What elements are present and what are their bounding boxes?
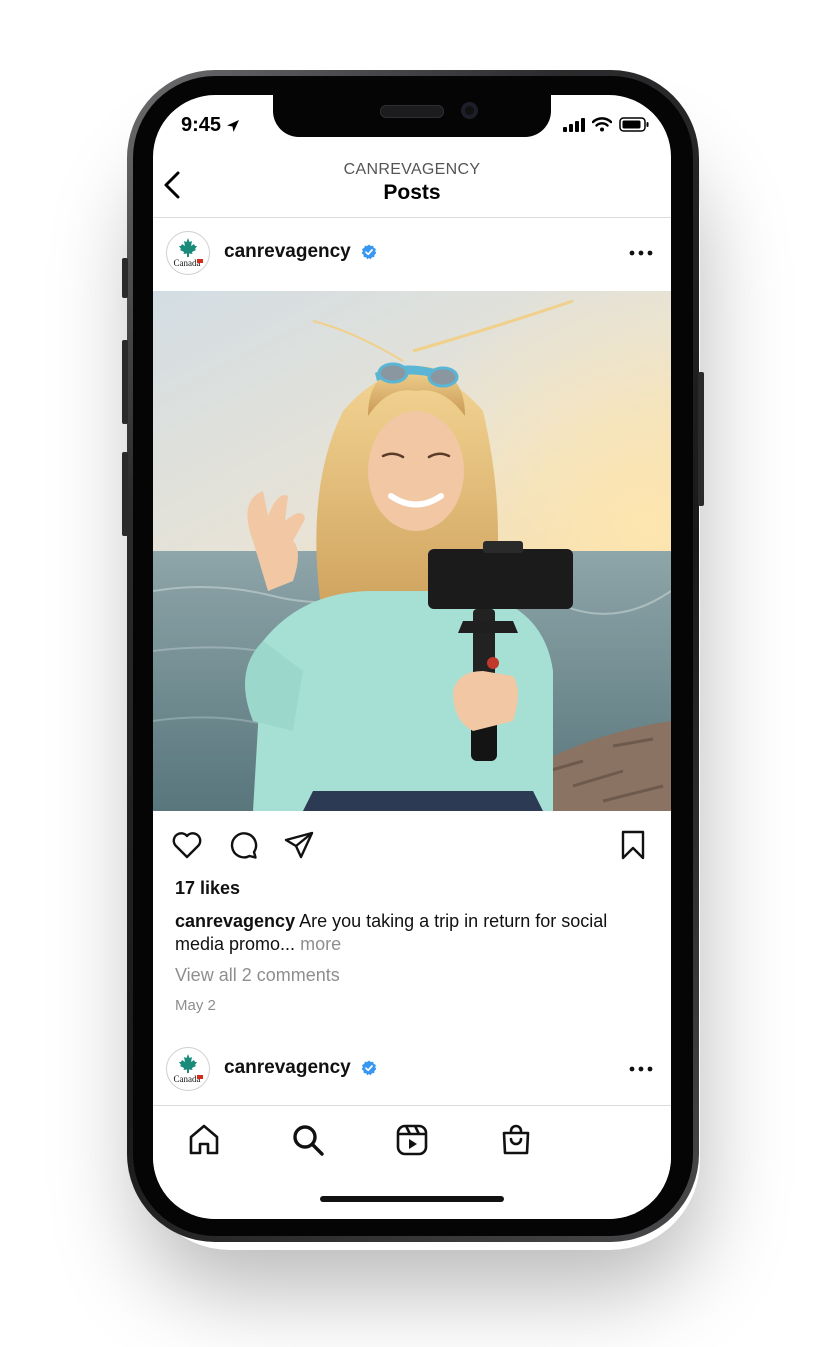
post-username[interactable]: canrevagency [224,1057,351,1079]
more-options-icon[interactable] [629,250,653,256]
avatar[interactable]: Canada [166,1047,210,1091]
volume-down-button [122,452,128,536]
verified-badge-icon [361,1060,377,1076]
likes-count[interactable]: 17 likes [175,878,240,899]
post-date: May 2 [175,997,216,1014]
avatar[interactable]: Canada [166,231,210,275]
canada-logo-icon: Canada [174,1054,203,1084]
posts-header: CANREVAGENCY Posts [153,157,671,218]
home-icon [189,1124,219,1155]
location-arrow-icon [227,119,240,132]
header-account-name: CANREVAGENCY [343,161,481,178]
comment-icon[interactable] [227,829,259,861]
post-header: Canada canrevagency [153,1033,671,1105]
view-comments-link[interactable]: View all 2 comments [175,965,340,986]
battery-icon [619,117,649,132]
post-username[interactable]: canrevagency [224,241,351,263]
volume-up-button [122,340,128,424]
shop-icon [502,1124,530,1155]
tab-reels[interactable] [394,1122,430,1158]
tab-home[interactable] [186,1122,222,1158]
post-header: Canada canrevagency [153,217,671,289]
status-bar-indicators [563,117,649,132]
notch [273,95,551,137]
front-camera [461,102,478,119]
page-title: Posts [383,181,441,204]
tab-search[interactable] [290,1122,326,1158]
speaker-grille [380,105,444,118]
share-icon[interactable] [283,829,315,861]
post-actions [153,823,671,867]
verified-badge-icon [361,244,377,260]
home-indicator[interactable] [320,1196,504,1202]
canada-logo-icon: Canada [174,238,203,268]
post-image-illustration [153,291,671,811]
avatar-text: Canada [174,1074,201,1084]
caption-username[interactable]: canrevagency [175,911,295,931]
post-caption: canrevagency Are you taking a trip in re… [175,910,645,956]
post-photo[interactable] [153,291,671,811]
signal-bars-icon [563,117,585,132]
caption-more-link[interactable]: more [300,934,341,954]
phone-screen: 9:45 CANREVAGENCY Posts Canada canrevage… [153,95,671,1219]
bookmark-icon[interactable] [617,829,649,861]
avatar-text: Canada [174,258,201,268]
reels-icon [396,1124,428,1156]
time-label: 9:45 [181,114,222,136]
heart-icon[interactable] [171,829,203,861]
wifi-icon [592,117,612,132]
power-button [698,372,704,506]
more-options-icon[interactable] [629,1066,653,1072]
search-icon [293,1125,324,1156]
tab-shop[interactable] [498,1122,534,1158]
silent-switch [122,258,128,298]
status-bar-time: 9:45 [181,114,241,137]
